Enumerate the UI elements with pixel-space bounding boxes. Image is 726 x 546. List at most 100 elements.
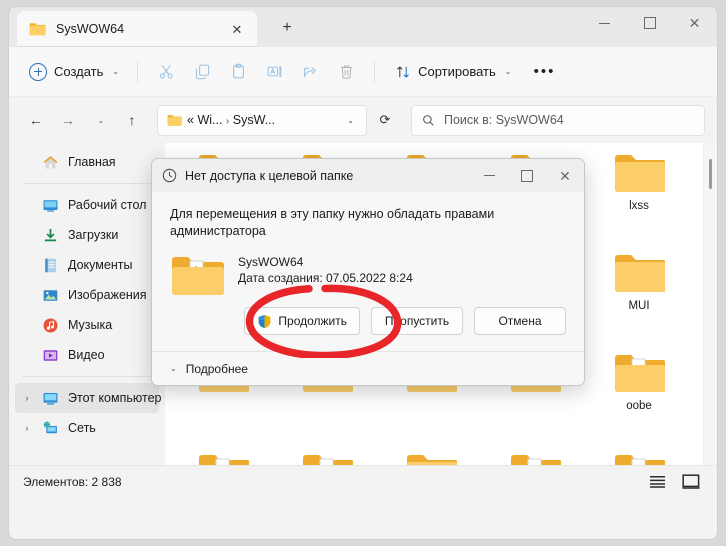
command-toolbar: Создать ⌄ Сортировать ⌄ •••: [9, 47, 717, 97]
chevron-down-icon: ⌄: [112, 67, 120, 76]
breadcrumb-segment-1[interactable]: Wi...: [197, 113, 222, 127]
sidebar-item-home[interactable]: Главная: [15, 147, 159, 177]
grid-item-perception-simulation[interactable]: Perception Simulation: [171, 446, 275, 465]
chevron-right-icon-network[interactable]: ›: [21, 423, 33, 433]
sidebar-item-label: Изображения: [68, 288, 147, 302]
plus-circle-icon: [29, 62, 47, 81]
dialog-maximize-button[interactable]: [508, 159, 546, 192]
grid-item-lxss[interactable]: lxss: [587, 146, 691, 246]
grid-item-label: oobe: [626, 400, 652, 412]
list-view-button[interactable]: [645, 471, 669, 493]
folder-doc-icon: [303, 455, 353, 465]
folder-doc-icon: [172, 257, 224, 295]
sidebar-item-label: Видео: [68, 348, 105, 362]
breadcrumb[interactable]: « Wi... › SysW... ⌄: [157, 104, 367, 136]
more-options-button[interactable]: •••: [527, 56, 561, 88]
sidebar-item-network[interactable]: › Сеть: [15, 413, 159, 443]
large-icons-view-icon: [682, 474, 700, 489]
refresh-icon: ⟳: [379, 112, 391, 127]
search-icon: [423, 114, 434, 126]
cut-button[interactable]: [148, 56, 184, 88]
music-icon: [43, 318, 58, 332]
breadcrumb-segment-2[interactable]: SysW...: [233, 113, 275, 127]
sidebar-item-pictures[interactable]: Изображения: [15, 280, 159, 310]
sidebar-item-label: Музыка: [68, 318, 113, 332]
share-button[interactable]: [292, 56, 328, 88]
sort-icon: [397, 66, 409, 77]
chevron-down-icon-recent: ⌄: [97, 115, 105, 125]
search-placeholder: Поиск в: SysWOW64: [444, 113, 564, 127]
access-denied-dialog: Нет доступа к целевой папке ✕ Для переме…: [151, 158, 585, 386]
scissors-icon: [159, 64, 173, 79]
folder-doc-icon: [511, 455, 561, 465]
paste-icon: [232, 63, 244, 79]
sidebar-item-music[interactable]: Музыка: [15, 310, 159, 340]
grid-item-pt-br[interactable]: pt-BR: [483, 446, 587, 465]
grid-item-pl-pl[interactable]: pl-PL: [275, 446, 379, 465]
sidebar-item-label: Загрузки: [68, 228, 119, 242]
grid-item-mui[interactable]: MUI: [587, 246, 691, 346]
sidebar-item-desktop[interactable]: Рабочий стол: [15, 190, 159, 220]
sidebar-item-this-pc[interactable]: › Этот компьютер: [15, 383, 161, 413]
copy-button[interactable]: [184, 56, 220, 88]
chevron-right-icon[interactable]: ›: [21, 393, 33, 403]
dialog-body: Для перемещения в эту папку нужно облада…: [152, 192, 584, 298]
cancel-button[interactable]: Отмена: [474, 307, 566, 335]
grid-item-printing-admin-scripts[interactable]: Printing_Admin_Scripts: [379, 446, 483, 465]
continue-button-label: Продолжить: [278, 314, 347, 328]
back-button[interactable]: ←: [21, 105, 51, 135]
status-bar: Элементов: 2 838: [9, 465, 717, 497]
dialog-close-button[interactable]: ✕: [546, 159, 584, 192]
window-controls: ✕: [582, 7, 717, 39]
dialog-message: Для перемещения в эту папку нужно облада…: [170, 207, 495, 238]
dialog-minimize-button[interactable]: [470, 159, 508, 192]
new-tab-button[interactable]: +: [273, 15, 301, 41]
maximize-button[interactable]: [627, 7, 672, 39]
sidebar-divider: [23, 183, 155, 184]
downloads-icon: [44, 228, 57, 241]
navigation-pane: Главная Рабочий стол Загрузки Документы …: [9, 143, 165, 465]
rename-button[interactable]: [256, 56, 292, 88]
search-input[interactable]: Поиск в: SysWOW64: [411, 104, 705, 136]
toolbar-divider-2: [374, 61, 376, 82]
sidebar-item-downloads[interactable]: Загрузки: [15, 220, 159, 250]
large-icons-view-button[interactable]: [679, 471, 703, 493]
new-button[interactable]: Создать ⌄: [21, 56, 127, 88]
dialog-title: Нет доступа к целевой папке: [185, 168, 354, 183]
folder-icon-breadcrumb: [167, 114, 182, 126]
sidebar-home-label: Главная: [68, 155, 116, 169]
forward-button[interactable]: →: [53, 105, 83, 135]
view-mode-toggles: [645, 471, 703, 493]
chevron-down-icon-breadcrumb[interactable]: ⌄: [341, 116, 360, 125]
recent-locations-button[interactable]: ⌄: [85, 105, 115, 135]
continue-button[interactable]: Продолжить: [244, 307, 360, 335]
tab-close-icon[interactable]: ✕: [225, 17, 249, 41]
paste-button[interactable]: [220, 56, 256, 88]
grid-item-oobe[interactable]: oobe: [587, 346, 691, 446]
cancel-button-label: Отмена: [498, 314, 542, 328]
grid-item-label: lxss: [629, 200, 649, 212]
folder-plain-icon: [407, 455, 457, 465]
refresh-button[interactable]: ⟳: [369, 105, 399, 135]
dialog-file-name: SysWOW64: [238, 255, 304, 269]
clock-icon: [162, 168, 177, 183]
sidebar-item-videos[interactable]: Видео: [15, 340, 159, 370]
grid-item-label: MUI: [628, 300, 650, 312]
tab-syswow64[interactable]: SysWOW64 ✕: [17, 11, 257, 47]
folder-plain-icon: [615, 155, 665, 192]
scrollbar-thumb[interactable]: [709, 159, 712, 189]
share-icon: [303, 67, 316, 78]
sort-button[interactable]: Сортировать ⌄: [387, 56, 519, 88]
tab-strip: SysWOW64 ✕ + ✕: [9, 7, 717, 47]
up-button[interactable]: ↑: [117, 105, 147, 135]
new-button-label: Создать: [54, 64, 104, 79]
grid-item-pt-pt[interactable]: ras: [587, 446, 691, 465]
vertical-scrollbar[interactable]: [703, 143, 717, 465]
list-view-icon: [649, 476, 665, 488]
sidebar-item-documents[interactable]: Документы: [15, 250, 159, 280]
dialog-details-expander[interactable]: ⌄ Подробнее: [152, 351, 584, 385]
close-button[interactable]: ✕: [672, 7, 717, 39]
minimize-button[interactable]: [582, 7, 627, 39]
skip-button[interactable]: Пропустить: [371, 307, 463, 335]
delete-button[interactable]: [328, 56, 364, 88]
